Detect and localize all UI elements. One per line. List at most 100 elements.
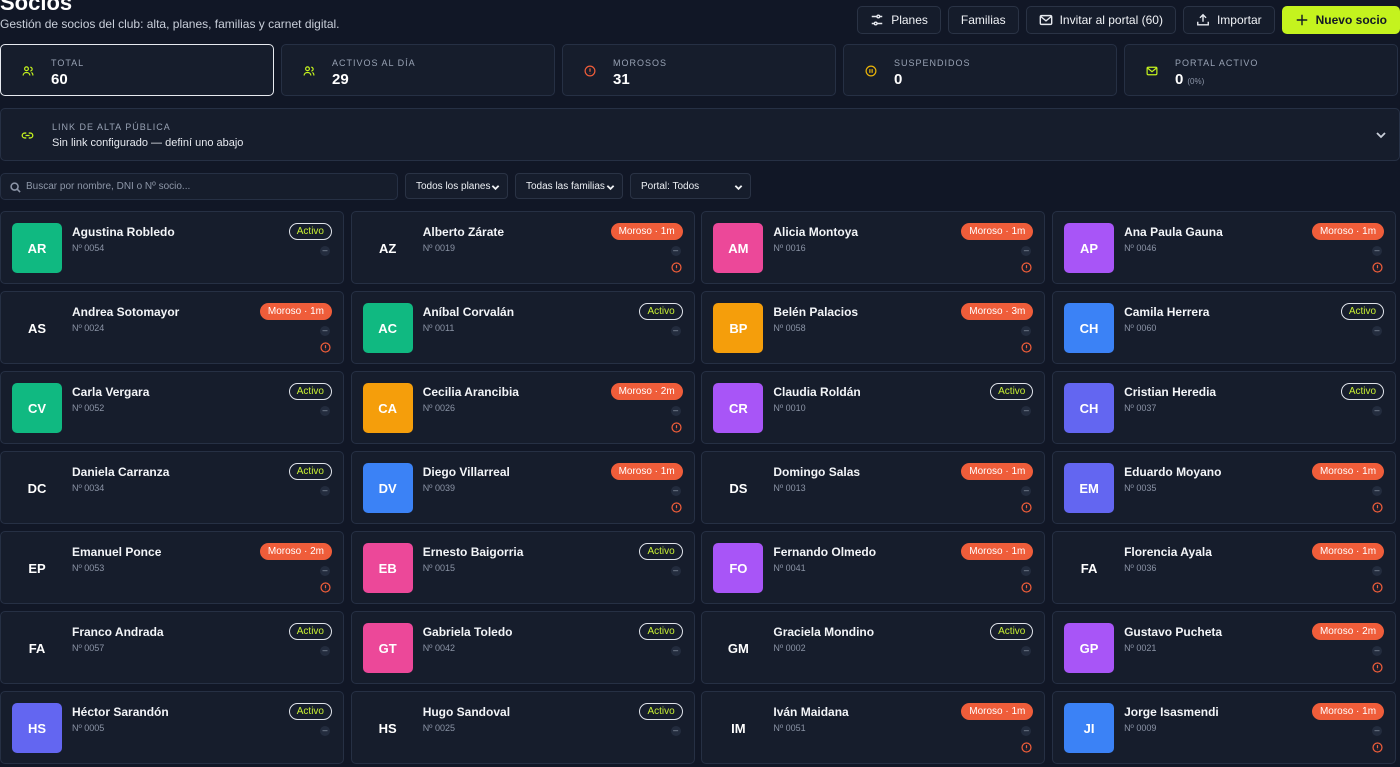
- member-card[interactable]: CA Cecilia Arancibia Nº 0026 Moroso · 2m –: [350, 371, 695, 444]
- alert-circle-icon: [1372, 582, 1383, 593]
- member-card[interactable]: GM Graciela Mondino Nº 0002 Activo –: [701, 611, 1046, 684]
- member-card[interactable]: FA Florencia Ayala Nº 0036 Moroso · 1m –: [1052, 531, 1397, 604]
- member-avatar: AZ: [379, 240, 397, 256]
- portal-status-indicator: –: [1021, 726, 1032, 736]
- stat-suspended[interactable]: SUSPENDIDOS 0: [843, 44, 1117, 96]
- member-name: Graciela Mondino: [773, 625, 875, 639]
- stat-total[interactable]: TOTAL 60: [0, 44, 274, 96]
- member-avatar: DV: [362, 463, 413, 513]
- chevron-down-icon: [491, 185, 500, 191]
- member-number: Nº 0016: [773, 243, 806, 253]
- member-avatar: JI: [1064, 703, 1115, 753]
- member-name: Camila Herrera: [1124, 305, 1210, 319]
- public-link-panel[interactable]: LINK DE ALTA PÚBLICA Sin link configurad…: [0, 108, 1400, 161]
- member-name: Hugo Sandoval: [422, 705, 511, 719]
- member-avatar: FO: [713, 543, 764, 593]
- member-card[interactable]: FO Fernando Olmedo Nº 0041 Moroso · 1m –: [701, 531, 1046, 604]
- member-card[interactable]: FA Franco Andrada Nº 0057 Activo –: [0, 611, 344, 684]
- portal-status-indicator: –: [1372, 406, 1383, 416]
- stat-suspended-value: 0: [894, 71, 902, 88]
- member-name: Ernesto Baigorria: [422, 545, 524, 559]
- member-card[interactable]: HS Héctor Sarandón Nº 0005 Activo –: [0, 691, 344, 764]
- plans-filter-value: Todos los planes: [416, 180, 491, 192]
- portal-status-indicator: –: [1372, 566, 1383, 576]
- member-avatar: GT: [362, 623, 413, 673]
- member-card[interactable]: AZ Alberto Zárate Nº 0019 Moroso · 1m –: [350, 211, 695, 284]
- member-card[interactable]: EB Ernesto Baigorria Nº 0015 Activo –: [350, 531, 695, 604]
- member-card[interactable]: DV Diego Villarreal Nº 0039 Moroso · 1m –: [350, 451, 695, 524]
- member-card[interactable]: GP Gustavo Pucheta Nº 0021 Moroso · 2m –: [1052, 611, 1397, 684]
- member-name: Belén Palacios: [773, 305, 859, 319]
- import-button[interactable]: Importar: [1182, 6, 1275, 34]
- invite-portal-button[interactable]: Invitar al portal (60): [1025, 6, 1176, 34]
- member-name: Gabriela Toledo: [422, 625, 513, 639]
- stat-portal[interactable]: PORTAL ACTIVO 0 (0%): [1124, 44, 1398, 96]
- member-avatar: CH: [1064, 383, 1115, 433]
- alert-circle-icon: [671, 502, 682, 513]
- member-card[interactable]: EP Emanuel Ponce Nº 0053 Moroso · 2m –: [0, 531, 344, 604]
- status-badge: Activo: [288, 463, 332, 480]
- portal-status-indicator: –: [1021, 326, 1032, 336]
- member-avatar: AR: [12, 223, 62, 273]
- status-badge: Activo: [288, 623, 332, 640]
- plans-button[interactable]: Planes: [857, 6, 941, 34]
- member-avatar: DS: [729, 480, 748, 496]
- member-card[interactable]: HS Hugo Sandoval Nº 0025 Activo –: [350, 691, 695, 764]
- new-member-button[interactable]: Nuevo socio: [1281, 6, 1400, 34]
- portal-filter-select[interactable]: Portal: Todos: [630, 173, 751, 199]
- portal-status-indicator: –: [1021, 406, 1032, 416]
- member-number: Nº 0052: [72, 403, 105, 413]
- plans-button-label: Planes: [891, 13, 928, 27]
- search-input[interactable]: [26, 174, 386, 199]
- member-avatar: CV: [12, 383, 62, 433]
- member-number: Nº 0025: [422, 723, 455, 733]
- member-name: Daniela Carranza: [72, 465, 170, 479]
- families-button[interactable]: Familias: [947, 6, 1019, 34]
- member-card[interactable]: CR Claudia Roldán Nº 0010 Activo –: [701, 371, 1046, 444]
- stat-morosos[interactable]: MOROSOS 31: [562, 44, 836, 96]
- stat-morosos-number: 31: [613, 71, 630, 88]
- chevron-down-icon[interactable]: [1375, 129, 1387, 141]
- alert-circle-icon: [320, 342, 331, 353]
- portal-status-indicator: –: [1372, 246, 1383, 256]
- member-number: Nº 0024: [72, 323, 105, 333]
- member-card[interactable]: BP Belén Palacios Nº 0058 Moroso · 3m –: [701, 291, 1046, 364]
- member-number: Nº 0036: [1124, 563, 1157, 573]
- member-avatar: GP: [1064, 623, 1115, 673]
- member-card[interactable]: AP Ana Paula Gauna Nº 0046 Moroso · 1m –: [1052, 211, 1397, 284]
- member-avatar: CH: [1064, 303, 1115, 353]
- member-card[interactable]: IM Iván Maidana Nº 0051 Moroso · 1m –: [701, 691, 1046, 764]
- member-card[interactable]: AM Alicia Montoya Nº 0016 Moroso · 1m –: [701, 211, 1046, 284]
- portal-status-indicator: –: [1372, 726, 1383, 736]
- public-link-text: Sin link configurado — definí uno abajo: [52, 137, 244, 149]
- member-card[interactable]: DC Daniela Carranza Nº 0034 Activo –: [0, 451, 344, 524]
- member-card[interactable]: GT Gabriela Toledo Nº 0042 Activo –: [350, 611, 695, 684]
- member-card[interactable]: AC Aníbal Corvalán Nº 0011 Activo –: [350, 291, 695, 364]
- portal-status-indicator: –: [320, 406, 330, 416]
- stat-morosos-label: MOROSOS: [613, 58, 668, 68]
- member-card[interactable]: JI Jorge Isasmendi Nº 0009 Moroso · 1m –: [1052, 691, 1397, 764]
- public-link-label: LINK DE ALTA PÚBLICA: [52, 122, 171, 132]
- member-card[interactable]: AS Andrea Sotomayor Nº 0024 Moroso · 1m –: [0, 291, 344, 364]
- families-filter-select[interactable]: Todas las familias: [515, 173, 623, 199]
- alert-circle-icon: [1021, 342, 1032, 353]
- plans-filter-select[interactable]: Todos los planes: [405, 173, 508, 199]
- member-card[interactable]: CV Carla Vergara Nº 0052 Activo –: [0, 371, 344, 444]
- stat-active[interactable]: ACTIVOS AL DÍA 29: [281, 44, 555, 96]
- member-avatar: EB: [362, 543, 413, 593]
- member-name: Domingo Salas: [773, 465, 861, 479]
- status-badge: Moroso · 1m: [1311, 543, 1385, 560]
- member-card[interactable]: AR Agustina Robledo Nº 0054 Activo –: [0, 211, 344, 284]
- member-avatar: IM: [731, 720, 746, 736]
- member-card[interactable]: DS Domingo Salas Nº 0013 Moroso · 1m –: [701, 451, 1046, 524]
- member-number: Nº 0058: [773, 323, 806, 333]
- member-card[interactable]: CH Cristian Heredia Nº 0037 Activo –: [1052, 371, 1397, 444]
- portal-filter-value: Portal: Todos: [641, 180, 700, 192]
- member-card[interactable]: EM Eduardo Moyano Nº 0035 Moroso · 1m –: [1052, 451, 1397, 524]
- search-box: [0, 173, 398, 200]
- status-badge: Moroso · 1m: [1311, 703, 1385, 720]
- status-badge: Activo: [639, 543, 683, 560]
- status-badge: Moroso · 1m: [259, 303, 332, 320]
- status-badge: Moroso · 1m: [1311, 463, 1385, 480]
- member-card[interactable]: CH Camila Herrera Nº 0060 Activo –: [1052, 291, 1397, 364]
